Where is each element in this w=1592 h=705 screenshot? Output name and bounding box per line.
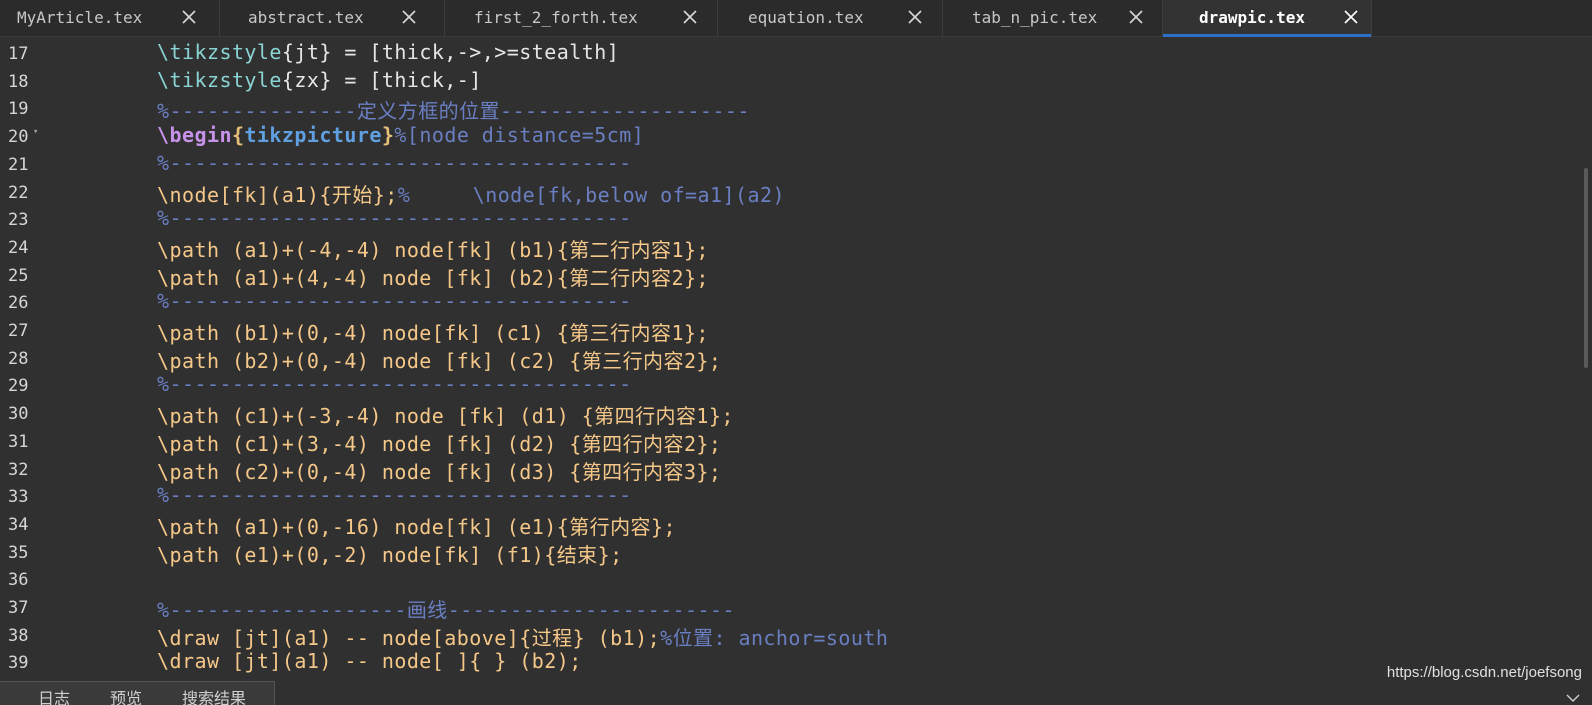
code-line[interactable]: 27 \path (b1)+(0,-4) node[fk] (c1) {第三行内容… bbox=[0, 315, 1572, 345]
code-line[interactable]: 37 %-------------------画线----------------… bbox=[0, 592, 1572, 622]
tab-drawpic[interactable]: drawpic.tex bbox=[1163, 0, 1372, 37]
code-text: %---------------定义方框的位置-----------------… bbox=[157, 99, 750, 124]
code-text: \draw [jt](a1) -- node[above]{过程} (b1);%… bbox=[157, 625, 889, 650]
vertical-scrollbar[interactable] bbox=[1572, 38, 1592, 678]
code-text: \node[fk](a1){开始};% \node[fk,below of=a1… bbox=[157, 182, 785, 207]
code-text: %-------------------画线------------------… bbox=[157, 598, 736, 622]
code-line[interactable]: 22 \node[fk](a1){开始};% \node[fk,below of=… bbox=[0, 177, 1572, 207]
code-text: \path (c2)+(0,-4) node [fk] (d3) {第四行内容3… bbox=[157, 459, 722, 484]
tab-label: tab_n_pic.tex bbox=[972, 8, 1098, 27]
code-text: %------------------------------------- bbox=[157, 206, 632, 231]
watermark: https://blog.csdn.net/joefsong bbox=[1386, 664, 1582, 681]
tab-search-results[interactable]: 搜索结果 bbox=[182, 685, 246, 705]
code-line[interactable]: 17 \tikzstyle{jt} = [thick,->,>=stealth] bbox=[0, 38, 1572, 66]
code-line[interactable]: 24 \path (a1)+(-4,-4) node[fk] (b1){第二行内容… bbox=[0, 232, 1572, 262]
line-number: 36 bbox=[8, 570, 29, 591]
line-number: 38 bbox=[8, 625, 29, 646]
code-line[interactable]: 21 %------------------------------------- bbox=[0, 149, 1572, 177]
line-number: 30 bbox=[8, 404, 29, 425]
code-text: %------------------------------------- bbox=[157, 483, 632, 508]
code-text: \path (c1)+(-3,-4) node [fk] (d1) {第四行内容… bbox=[157, 404, 734, 429]
line-number: 39 bbox=[8, 653, 29, 674]
code-editor[interactable]: 17 \tikzstyle{jt} = [thick,->,>=stealth] 1… bbox=[0, 38, 1572, 678]
code-text: \path (c1)+(3,-4) node [fk] (d2) {第四行内容2… bbox=[157, 431, 722, 456]
code-line[interactable]: 39 \draw [jt](a1) -- node[ ]{ } (b2); bbox=[0, 647, 1572, 675]
line-number: 34 bbox=[8, 514, 29, 535]
line-number: 28 bbox=[8, 348, 29, 369]
tab-label: drawpic.tex bbox=[1199, 8, 1305, 27]
line-number: 37 bbox=[8, 598, 29, 618]
line-number: 24 bbox=[8, 237, 29, 258]
line-number: 17 bbox=[8, 44, 29, 64]
code-text: %------------------------------------- bbox=[157, 289, 632, 314]
tab-bar: MyArticle.tex abstract.tex first_2_forth… bbox=[0, 0, 1592, 37]
code-line[interactable]: 18 \tikzstyle{zx} = [thick,-] bbox=[0, 66, 1572, 94]
code-line[interactable]: 33 %------------------------------------- bbox=[0, 481, 1572, 509]
close-icon[interactable] bbox=[1128, 9, 1144, 25]
code-text: \path (a1)+(-4,-4) node[fk] (b1){第二行内容1}… bbox=[157, 237, 709, 262]
tab-label: abstract.tex bbox=[248, 8, 364, 27]
tab-preview[interactable]: 预览 bbox=[110, 685, 142, 705]
close-icon[interactable] bbox=[1343, 9, 1359, 25]
close-icon[interactable] bbox=[907, 9, 923, 25]
editor-window: MyArticle.tex abstract.tex first_2_forth… bbox=[0, 0, 1592, 705]
line-number: 33 bbox=[8, 487, 29, 508]
line-number: 21 bbox=[8, 154, 29, 175]
code-text: \draw [jt](a1) -- node[ ]{ } (b2); bbox=[157, 649, 582, 674]
code-line[interactable]: 25 \path (a1)+(4,-4) node [fk] (b2){第二行内容… bbox=[0, 260, 1572, 290]
code-line[interactable]: 23 %------------------------------------- bbox=[0, 204, 1572, 232]
code-text: \path (b2)+(0,-4) node [fk] (c2) {第三行内容2… bbox=[157, 348, 722, 373]
bottom-panel-tabs: 日志 预览 搜索结果 bbox=[0, 681, 275, 705]
code-text: \path (b1)+(0,-4) node[fk] (c1) {第三行内容1}… bbox=[157, 321, 709, 345]
line-number: 31 bbox=[8, 431, 29, 452]
line-number: 27 bbox=[8, 321, 29, 341]
code-line[interactable]: 35 \path (e1)+(0,-2) node[fk] (f1){结束}; bbox=[0, 537, 1572, 567]
code-line[interactable]: 26 %------------------------------------- bbox=[0, 287, 1572, 315]
code-line[interactable]: 19 %---------------定义方框的位置---------------… bbox=[0, 93, 1572, 124]
scrollbar-thumb[interactable] bbox=[1584, 168, 1588, 368]
tab-tab-n-pic[interactable]: tab_n_pic.tex bbox=[943, 0, 1163, 36]
code-text: \path (e1)+(0,-2) node[fk] (f1){结束}; bbox=[157, 542, 623, 567]
line-number: 22 bbox=[8, 182, 29, 203]
code-text: \path (a1)+(0,-16) node[fk] (e1){第行内容}; bbox=[157, 514, 676, 539]
code-line[interactable]: 38 \draw [jt](a1) -- node[above]{过程} (b1)… bbox=[0, 620, 1572, 650]
code-text: \begin{tikzpicture}%[node distance=5cm] bbox=[157, 123, 645, 148]
close-icon[interactable] bbox=[682, 9, 698, 25]
code-text: \tikzstyle{jt} = [thick,->,>=stealth] bbox=[157, 40, 620, 64]
line-number: 26 bbox=[8, 293, 29, 314]
close-icon[interactable] bbox=[181, 9, 197, 25]
line-number: 25 bbox=[8, 265, 29, 286]
tab-myarticle[interactable]: MyArticle.tex bbox=[0, 0, 220, 36]
code-line[interactable]: 30 \path (c1)+(-3,-4) node [fk] (d1) {第四行… bbox=[0, 398, 1572, 429]
code-line[interactable]: 32 \path (c2)+(0,-4) node [fk] (d3) {第四行内… bbox=[0, 454, 1572, 484]
line-number: 32 bbox=[8, 459, 29, 480]
close-icon[interactable] bbox=[401, 9, 417, 25]
code-line[interactable]: 34 \path (a1)+(0,-16) node[fk] (e1){第行内容}… bbox=[0, 509, 1572, 539]
tab-abstract[interactable]: abstract.tex bbox=[220, 0, 445, 36]
code-line[interactable]: 28 \path (b2)+(0,-4) node [fk] (c2) {第三行内… bbox=[0, 343, 1572, 373]
line-number: 23 bbox=[8, 210, 29, 231]
tab-equation[interactable]: equation.tex bbox=[718, 0, 943, 36]
fold-arrow-icon[interactable]: ▾ bbox=[33, 127, 38, 137]
tab-log[interactable]: 日志 bbox=[38, 685, 70, 705]
code-line[interactable]: 36 bbox=[0, 564, 1572, 592]
code-text: %------------------------------------- bbox=[157, 150, 632, 175]
code-text: %------------------------------------- bbox=[157, 372, 632, 397]
chevron-down-icon[interactable] bbox=[1566, 694, 1580, 704]
tab-label: MyArticle.tex bbox=[17, 8, 143, 27]
tab-label: equation.tex bbox=[748, 8, 864, 27]
line-number: 35 bbox=[8, 542, 29, 563]
tab-label: first_2_forth.tex bbox=[474, 8, 638, 27]
line-number: 19 bbox=[8, 99, 29, 120]
code-text: \tikzstyle{zx} = [thick,-] bbox=[157, 67, 482, 92]
code-line[interactable]: 31 \path (c1)+(3,-4) node [fk] (d2) {第四行内… bbox=[0, 426, 1572, 456]
code-line[interactable]: 20 ▾ \begin{tikzpicture}%[node distance=5c… bbox=[0, 121, 1572, 149]
line-number: 18 bbox=[8, 71, 29, 92]
line-number: 29 bbox=[8, 376, 29, 397]
code-text: \path (a1)+(4,-4) node [fk] (b2){第二行内容2}… bbox=[157, 265, 709, 290]
code-line[interactable]: 29 %------------------------------------- bbox=[0, 370, 1572, 398]
tab-first-2-forth[interactable]: first_2_forth.tex bbox=[445, 0, 718, 36]
